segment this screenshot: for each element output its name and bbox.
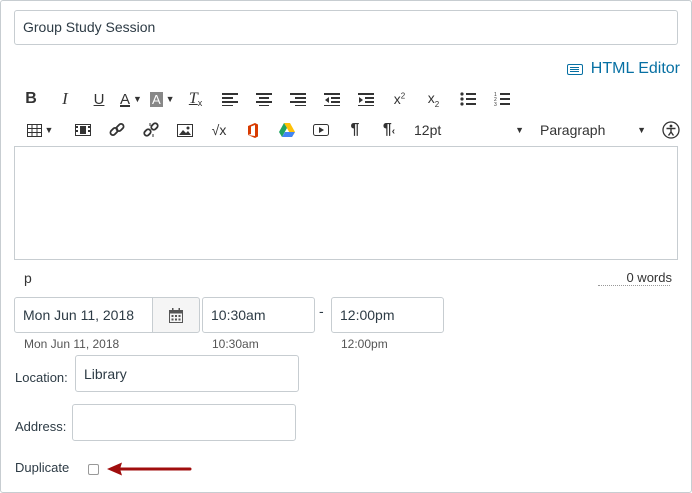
chevron-down-icon: ▼	[165, 94, 175, 104]
end-time-hint: 12:00pm	[341, 337, 388, 351]
font-color-icon: A	[120, 90, 131, 108]
superscript-button[interactable]: x2	[383, 86, 417, 112]
table-icon	[26, 123, 42, 137]
paragraph-format-select[interactable]: Paragraph ▼	[532, 122, 654, 138]
media-button[interactable]	[66, 117, 100, 143]
address-input[interactable]	[72, 404, 296, 441]
indent-button[interactable]	[349, 86, 383, 112]
calendar-icon	[169, 307, 183, 323]
italic-button[interactable]: I	[48, 86, 82, 112]
italic-icon: I	[62, 89, 68, 108]
html-editor-link[interactable]: HTML Editor	[566, 60, 680, 78]
date-input[interactable]: Mon Jun 11, 2018	[14, 297, 153, 333]
video-icon	[313, 124, 329, 136]
duplicate-checkbox[interactable]	[88, 464, 99, 475]
underline-icon: U	[93, 90, 105, 108]
image-button[interactable]	[168, 117, 202, 143]
numbered-list-icon: 123	[494, 92, 510, 106]
accessibility-checker-button[interactable]	[654, 117, 688, 143]
chevron-down-icon: ▼	[133, 94, 142, 104]
font-color-button[interactable]: A ▼	[116, 86, 146, 112]
outdent-button[interactable]	[315, 86, 349, 112]
link-icon	[109, 123, 125, 136]
equation-button[interactable]: √x	[202, 117, 236, 143]
bold-button[interactable]: B	[14, 86, 48, 112]
insert-toolbar: ▼ √x ¶ ¶‹ 12pt ▼ Paragraph ▼	[14, 117, 688, 143]
bullet-list-icon	[459, 92, 476, 106]
align-center-button[interactable]	[247, 86, 281, 112]
word-count-underline	[598, 285, 670, 286]
unlink-icon	[143, 122, 159, 137]
subscript-button[interactable]: x2	[417, 86, 451, 112]
word-count: 0 words	[626, 270, 672, 285]
align-right-icon	[289, 93, 306, 106]
film-icon	[75, 124, 91, 136]
chevron-down-icon: ▼	[637, 125, 646, 135]
superscript-icon: x2	[393, 91, 406, 107]
arrow-annotation-icon	[107, 462, 192, 476]
google-drive-button[interactable]	[270, 117, 304, 143]
chevron-down-icon: ▼	[44, 125, 54, 135]
duplicate-label: Duplicate	[15, 460, 70, 475]
location-label: Location:	[15, 370, 68, 385]
date-hint: Mon Jun 11, 2018	[24, 337, 120, 351]
bullet-list-button[interactable]	[451, 86, 485, 112]
formatting-toolbar: B I U A ▼ A ▼ Tx x2 x2 123	[14, 86, 519, 112]
background-color-button[interactable]: A ▼	[146, 86, 179, 112]
unlink-button[interactable]	[134, 117, 168, 143]
office365-button[interactable]	[236, 117, 270, 143]
address-label: Address:	[15, 419, 67, 434]
paragraph-rtl-icon: ¶‹	[382, 121, 396, 138]
align-right-button[interactable]	[281, 86, 315, 112]
numbered-list-button[interactable]: 123	[485, 86, 519, 112]
paragraph-format-value: Paragraph	[540, 122, 606, 138]
align-center-icon	[255, 93, 272, 106]
html-editor-label: HTML Editor	[590, 60, 680, 77]
align-left-icon	[221, 93, 238, 106]
start-time-input[interactable]: 10:30am	[202, 297, 315, 333]
clear-formatting-button[interactable]: Tx	[179, 86, 213, 112]
underline-button[interactable]: U	[82, 86, 116, 112]
office365-icon	[248, 122, 258, 138]
date-picker-button[interactable]	[152, 297, 200, 333]
google-drive-icon	[279, 123, 295, 137]
ltr-button[interactable]: ¶	[338, 117, 372, 143]
indent-icon	[357, 93, 374, 106]
embed-video-button[interactable]	[304, 117, 338, 143]
math-icon: √x	[211, 122, 227, 138]
clear-formatting-icon: T	[188, 90, 198, 107]
bold-icon: B	[25, 90, 37, 107]
accessibility-icon	[662, 121, 680, 139]
subscript-icon: x2	[427, 89, 440, 109]
rich-content-editor[interactable]	[14, 146, 678, 260]
font-size-select[interactable]: 12pt ▼	[406, 122, 532, 138]
rtl-button[interactable]: ¶‹	[372, 117, 406, 143]
paragraph-ltr-icon: ¶	[350, 121, 360, 138]
background-color-icon: A	[149, 91, 163, 107]
end-time-input[interactable]: 12:00pm	[331, 297, 444, 333]
start-time-hint: 10:30am	[212, 337, 259, 351]
event-title-input[interactable]: Group Study Session	[14, 10, 678, 45]
time-separator: -	[319, 303, 324, 319]
outdent-icon	[323, 93, 340, 106]
font-size-value: 12pt	[414, 122, 442, 138]
align-left-button[interactable]	[213, 86, 247, 112]
location-input[interactable]: Library	[75, 355, 299, 392]
keyboard-icon	[566, 63, 583, 75]
table-button[interactable]: ▼	[14, 117, 66, 143]
link-button[interactable]	[100, 117, 134, 143]
image-icon	[177, 123, 193, 137]
svg-text:3: 3	[494, 102, 497, 106]
chevron-down-icon: ▼	[515, 125, 524, 135]
editor-path: p	[24, 270, 32, 286]
